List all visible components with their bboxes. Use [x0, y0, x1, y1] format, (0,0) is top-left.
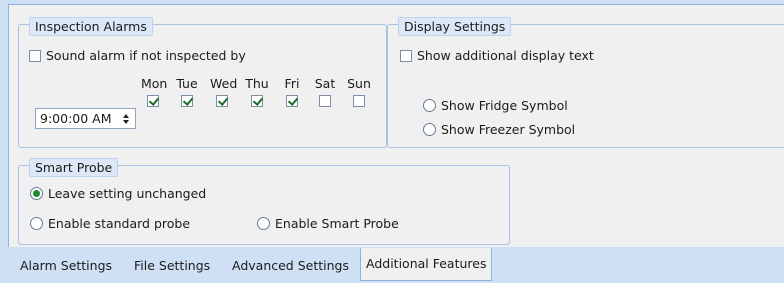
smart-probe-title: Smart Probe [29, 158, 119, 177]
spinner-arrows[interactable] [119, 113, 133, 124]
day-sat: Sat [313, 76, 337, 110]
show-freezer-option[interactable]: Show Freezer Symbol [423, 122, 575, 137]
day-checkbox-fri[interactable] [286, 95, 298, 107]
day-label: Fri [284, 76, 300, 91]
day-label: Thu [245, 76, 269, 91]
show-freezer-label: Show Freezer Symbol [441, 122, 576, 137]
smart-probe-label: Enable Smart Probe [275, 216, 399, 231]
day-checkbox-thu[interactable] [251, 95, 263, 107]
display-settings-title: Display Settings [398, 17, 512, 36]
additional-features-panel: Inspection Alarms Sound alarm if not ins… [8, 4, 784, 247]
sound-alarm-label: Sound alarm if not inspected by [46, 48, 246, 63]
sound-alarm-checkbox[interactable] [29, 49, 41, 62]
smart-probe-group: Smart Probe Leave setting unchanged Enab… [18, 158, 510, 245]
day-label: Mon [141, 76, 168, 91]
standard-probe-option[interactable]: Enable standard probe [30, 216, 190, 231]
standard-probe-radio[interactable] [30, 217, 43, 230]
show-fridge-label: Show Fridge Symbol [441, 98, 568, 113]
day-mon: Mon [141, 76, 168, 110]
display-settings-group: Display Settings Show additional display… [387, 17, 784, 148]
show-fridge-radio[interactable] [423, 99, 436, 112]
leave-setting-radio[interactable] [30, 187, 43, 200]
day-checkbox-tue[interactable] [181, 95, 193, 107]
leave-setting-option[interactable]: Leave setting unchanged [30, 186, 206, 201]
tab-bar: Alarm Settings File Settings Advanced Se… [8, 246, 784, 283]
day-checkbox-wed[interactable] [216, 95, 228, 107]
tab-advanced-settings[interactable]: Advanced Settings [227, 254, 354, 278]
day-thu: Thu [245, 76, 269, 110]
inspection-time-spinner[interactable]: 9:00:00 AM [35, 108, 136, 129]
day-tue: Tue [175, 76, 199, 110]
tab-file-settings[interactable]: File Settings [129, 254, 215, 278]
spin-up-icon[interactable] [123, 113, 129, 118]
inspection-time-value: 9:00:00 AM [40, 111, 112, 126]
inspection-alarms-title: Inspection Alarms [29, 17, 153, 36]
day-checkbox-sat[interactable] [319, 95, 331, 107]
leave-setting-label: Leave setting unchanged [48, 186, 207, 201]
day-checkbox-mon[interactable] [147, 95, 159, 107]
show-display-text-label: Show additional display text [417, 48, 594, 63]
inspection-alarms-group: Inspection Alarms Sound alarm if not ins… [18, 17, 387, 148]
show-display-text-option[interactable]: Show additional display text [400, 48, 594, 63]
show-freezer-radio[interactable] [423, 123, 436, 136]
day-sun: Sun [347, 76, 371, 110]
standard-probe-label: Enable standard probe [48, 216, 191, 231]
day-label: Wed [210, 76, 238, 91]
spin-down-icon[interactable] [123, 119, 129, 124]
smart-probe-radio[interactable] [257, 217, 270, 230]
tab-alarm-settings[interactable]: Alarm Settings [15, 254, 117, 278]
day-label: Sat [314, 76, 336, 91]
day-checkbox-sun[interactable] [353, 95, 365, 107]
day-wed: Wed [210, 76, 238, 110]
show-display-text-checkbox[interactable] [400, 49, 412, 62]
tab-additional-features[interactable]: Additional Features [360, 248, 493, 281]
day-label: Sun [347, 76, 371, 91]
day-label: Tue [176, 76, 198, 91]
smart-probe-option[interactable]: Enable Smart Probe [257, 216, 399, 231]
sound-alarm-option[interactable]: Sound alarm if not inspected by [29, 48, 246, 63]
show-fridge-option[interactable]: Show Fridge Symbol [423, 98, 568, 113]
day-fri: Fri [280, 76, 304, 110]
